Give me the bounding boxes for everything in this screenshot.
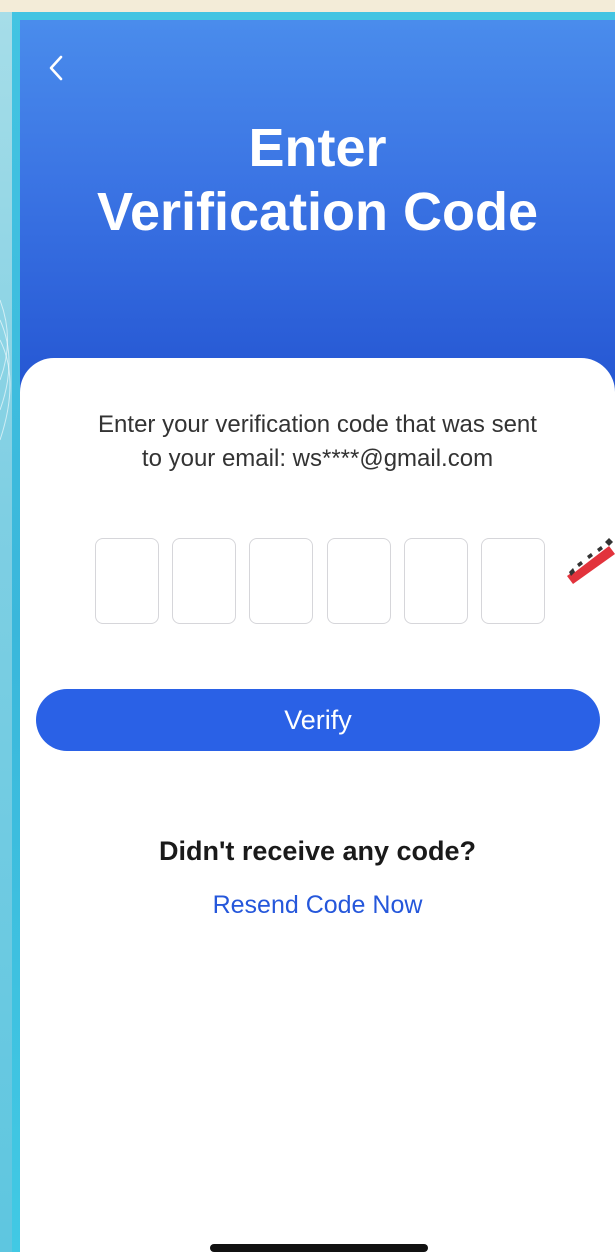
- instructions-line-1: Enter your verification code that was se…: [98, 411, 537, 438]
- content-card: [20, 358, 615, 1252]
- header-banner: Enter Verification Code: [20, 20, 615, 400]
- code-digit-6[interactable]: [480, 538, 545, 624]
- title-line-2: Verification Code: [96, 182, 539, 242]
- code-digit-1[interactable]: [95, 538, 159, 624]
- code-digit-5[interactable]: [403, 538, 468, 624]
- title-line-1: Enter: [248, 118, 387, 178]
- back-button[interactable]: [38, 50, 74, 86]
- code-input-row: [95, 538, 545, 626]
- code-digit-3[interactable]: [249, 538, 314, 624]
- resend-code-link[interactable]: Resend Code Now: [20, 888, 615, 922]
- pencil-annotation-icon: [567, 538, 615, 584]
- no-code-text: Didn't receive any code?: [158, 836, 477, 866]
- instructions-line-2: to your email: ws****@gmail.com: [141, 445, 494, 472]
- verify-button[interactable]: Verify: [36, 689, 600, 751]
- phone-screen: Enter Verification Code Enter your verif…: [20, 20, 615, 1252]
- instructions-text: Enter your verification code that was se…: [40, 408, 595, 476]
- decorative-lines: [0, 299, 11, 441]
- chevron-left-icon: [49, 55, 63, 81]
- code-digit-2[interactable]: [172, 538, 237, 624]
- page-title: Enter Verification Code: [20, 116, 615, 244]
- home-indicator: [210, 1244, 428, 1252]
- code-digit-4[interactable]: [326, 538, 391, 624]
